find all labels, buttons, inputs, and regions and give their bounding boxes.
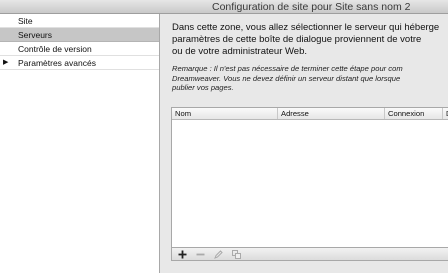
column-header-di[interactable]: Di [443, 108, 448, 119]
duplicate-server-button[interactable] [228, 248, 244, 260]
sidebar-item-controle-version[interactable]: Contrôle de version [0, 42, 159, 56]
sidebar-item-label: Site [18, 16, 33, 26]
sidebar-item-site[interactable]: Site [0, 14, 159, 28]
remark-line: Remarque : Il n'est pas nécessaire de te… [172, 64, 403, 73]
remark-line: Dreamweaver. Vous ne devez définir un se… [172, 73, 401, 83]
sidebar-item-serveurs[interactable]: Serveurs [0, 28, 159, 42]
pencil-icon [213, 250, 223, 259]
servers-panel: Dans cette zone, vous allez sélectionner… [160, 14, 448, 273]
table-body[interactable] [172, 120, 448, 247]
window-titlebar: Configuration de site pour Site sans nom… [0, 0, 448, 14]
column-header-adresse[interactable]: Adresse [278, 108, 385, 119]
triangle-right-icon[interactable]: ▶ [3, 56, 8, 70]
sidebar-item-parametres-avances[interactable]: ▶ Paramètres avancés [0, 56, 159, 70]
category-sidebar: Site Serveurs Contrôle de version ▶ Para… [0, 14, 160, 273]
description-line: Dans cette zone, vous allez sélectionner… [172, 22, 440, 33]
panel-remark: Remarque : Il n'est pas nécessaire de te… [172, 64, 448, 93]
window-title: Configuration de site pour Site sans nom… [212, 1, 411, 13]
remove-server-button[interactable] [192, 248, 208, 260]
minus-icon [196, 253, 204, 256]
add-server-button[interactable] [174, 248, 190, 260]
description-line: ou de votre administrateur Web. [172, 46, 308, 57]
table-header: Nom Adresse Connexion Di [172, 108, 448, 120]
servers-table[interactable]: Nom Adresse Connexion Di [171, 107, 448, 248]
sidebar-item-label: Serveurs [18, 30, 53, 40]
sidebar-item-label: Paramètres avancés [18, 58, 96, 68]
column-header-nom[interactable]: Nom [172, 108, 278, 119]
column-header-connexion[interactable]: Connexion [385, 108, 443, 119]
table-toolbar [171, 248, 448, 261]
sidebar-item-label: Contrôle de version [18, 44, 92, 54]
description-line: paramètres de cette boîte de dialogue pr… [172, 34, 422, 45]
edit-server-button[interactable] [210, 248, 226, 260]
plus-icon [178, 250, 186, 259]
duplicate-icon [231, 250, 241, 259]
remark-line: publier vos pages. [172, 83, 234, 92]
panel-description: Dans cette zone, vous allez sélectionner… [172, 22, 448, 58]
